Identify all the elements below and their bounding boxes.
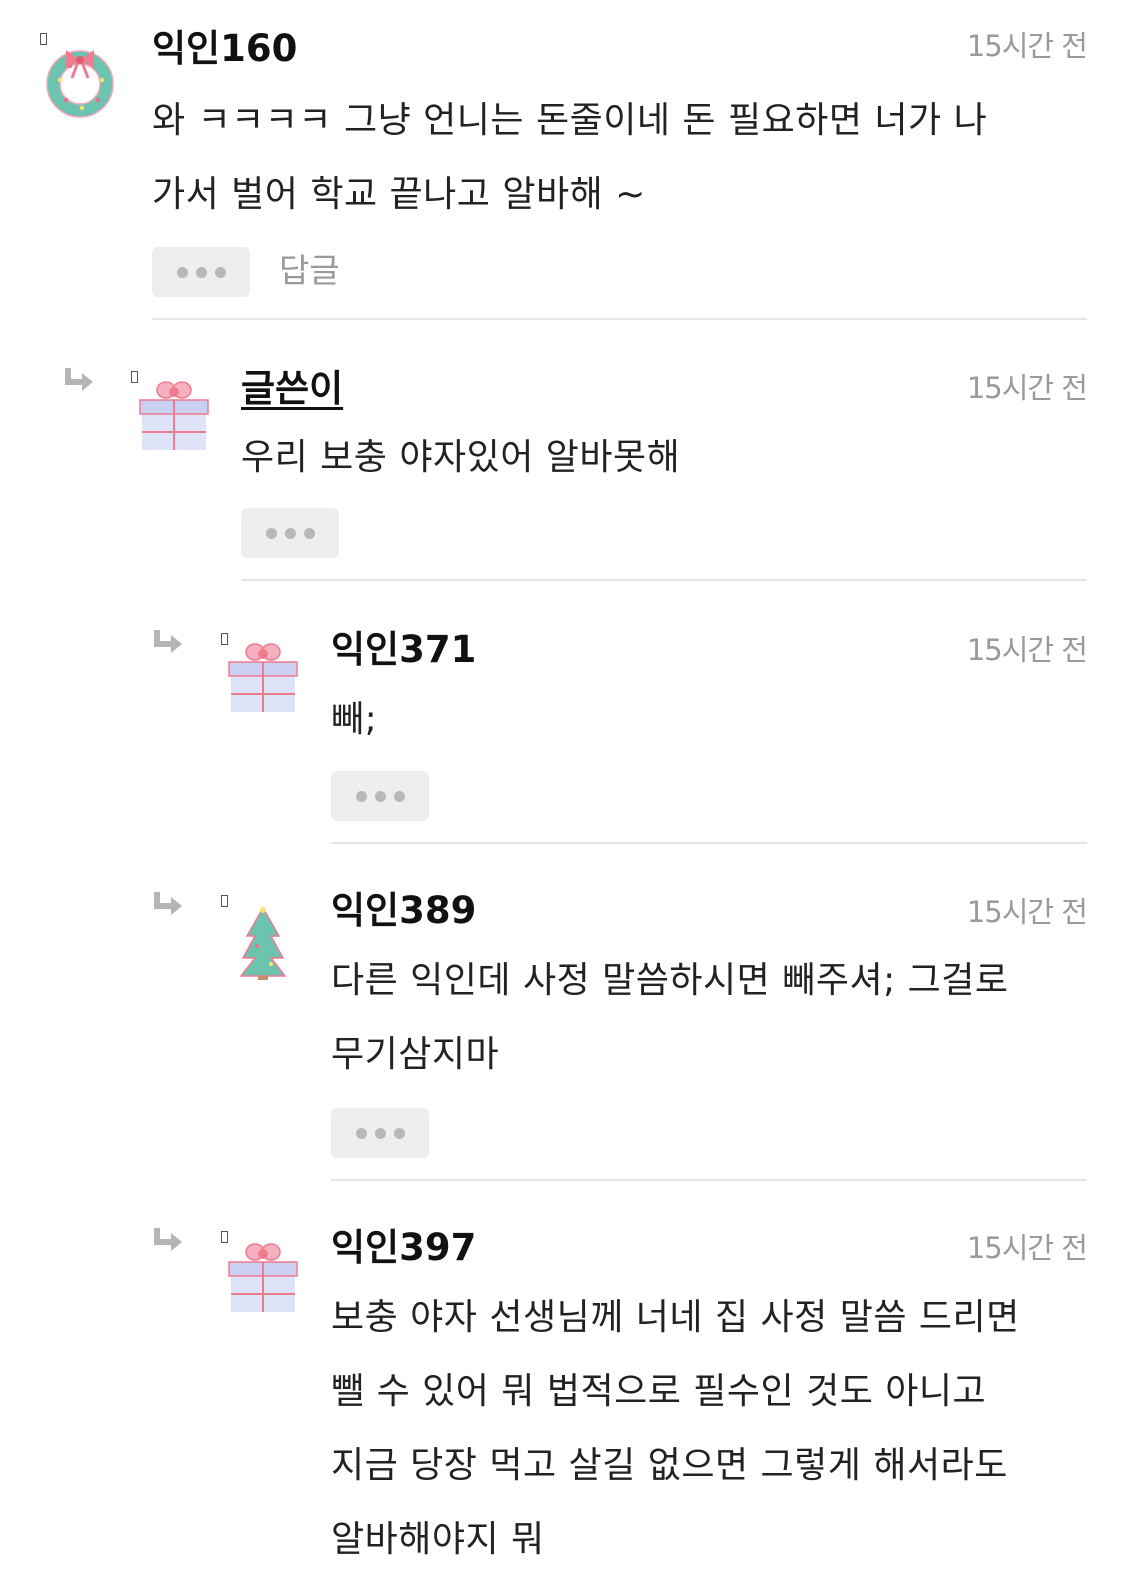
dot-icon [355,790,367,802]
reply-item: 익인389 15시간 전 다른 익인데 사정 말씀하시면 빼주셔; 그걸로 무기… [0,852,1125,1188]
comment-text-line: 우리 보충 야자있어 알바못해 [241,437,681,478]
reply-arrow-icon [154,1228,182,1251]
comment-text-line: 알바해야지 뭐 [331,1519,545,1560]
more-options-button[interactable] [152,247,250,297]
gift-box-icon [228,643,298,712]
reply-arrow-icon [65,368,93,391]
timestamp: 15시간 전 [966,895,1088,929]
dot-icon [214,266,226,278]
nickname[interactable]: 익인389 [331,889,476,933]
reply-arrow-icon [154,892,182,915]
dot-icon [176,266,188,278]
timestamp: 15시간 전 [966,29,1088,63]
timestamp: 15시간 전 [966,1231,1088,1265]
nickname[interactable]: 익인397 [331,1226,476,1270]
divider [241,579,1087,581]
christmas-tree-icon [239,906,287,980]
comment-body: 우리 보충 야자있어 알바못해 [241,421,680,495]
dot-icon [195,266,207,278]
dot-icon [355,1127,367,1139]
comment-text-line: 지금 당장 먹고 살길 없으면 그렇게 해서라도 [331,1445,1008,1486]
comment-text-line: 보충 야자 선생님께 너네 집 사정 말씀 드리면 [331,1297,1020,1338]
more-options-button[interactable] [331,1108,429,1158]
more-options-button[interactable] [331,771,429,821]
timestamp: 15시간 전 [966,371,1088,405]
dot-icon [393,1127,405,1139]
comment-text-line: 빼; [331,699,378,740]
dot-icon [393,790,405,802]
dot-icon [374,1127,386,1139]
comment-text-line: 와 ㅋㅋㅋㅋ 그냥 언니는 돈줄이네 돈 필요하면 너가 나 [152,100,988,141]
comment-body: 보충 야자 선생님께 너네 집 사정 말씀 드리면 뺄 수 있어 뭐 법적으로 … [331,1281,1020,1577]
divider [331,1179,1087,1181]
author-nickname[interactable]: 글쓴이 [241,367,343,411]
timestamp: 15시간 전 [966,633,1088,667]
divider [152,318,1087,320]
comment-item: 익인160 15시간 전 와 ㅋㅋㅋㅋ 그냥 언니는 돈줄이네 돈 필요하면 너… [0,0,1125,330]
reply-item: 글쓴이 15시간 전 우리 보충 야자있어 알바못해 [0,330,1125,590]
reply-item: 익인397 15시간 전 보충 야자 선생님께 너네 집 사정 말씀 드리면 뺄… [0,1188,1125,1579]
divider [331,842,1087,844]
nickname[interactable]: 익인160 [152,27,297,71]
reply-arrow-icon [154,630,182,653]
comment-text-line: 가서 벌어 학교 끝나고 알바해 ~ [152,174,646,215]
comment-body: 와 ㅋㅋㅋㅋ 그냥 언니는 돈줄이네 돈 필요하면 너가 나 가서 벌어 학교 … [152,84,987,232]
nickname[interactable]: 익인371 [331,628,476,672]
dot-icon [303,527,315,539]
comment-body: 빼; [331,683,377,757]
comment-text-line: 뺄 수 있어 뭐 법적으로 필수인 것도 아니고 [331,1371,987,1412]
comment-text-line: 다른 익인데 사정 말씀하시면 빼주셔; 그걸로 [331,960,1009,1001]
wreath-icon [46,50,114,118]
comment-text-line: 무기삼지마 [331,1034,500,1075]
reply-item: 익인371 15시간 전 빼; [0,590,1125,852]
dot-icon [374,790,386,802]
dot-icon [265,527,277,539]
comment-body: 다른 익인데 사정 말씀하시면 빼주셔; 그걸로 무기삼지마 [331,944,1009,1092]
dot-icon [284,527,296,539]
gift-box-icon [139,381,209,450]
more-options-button[interactable] [241,508,339,558]
reply-button[interactable]: 답글 [279,246,340,296]
gift-box-icon [228,1243,298,1312]
